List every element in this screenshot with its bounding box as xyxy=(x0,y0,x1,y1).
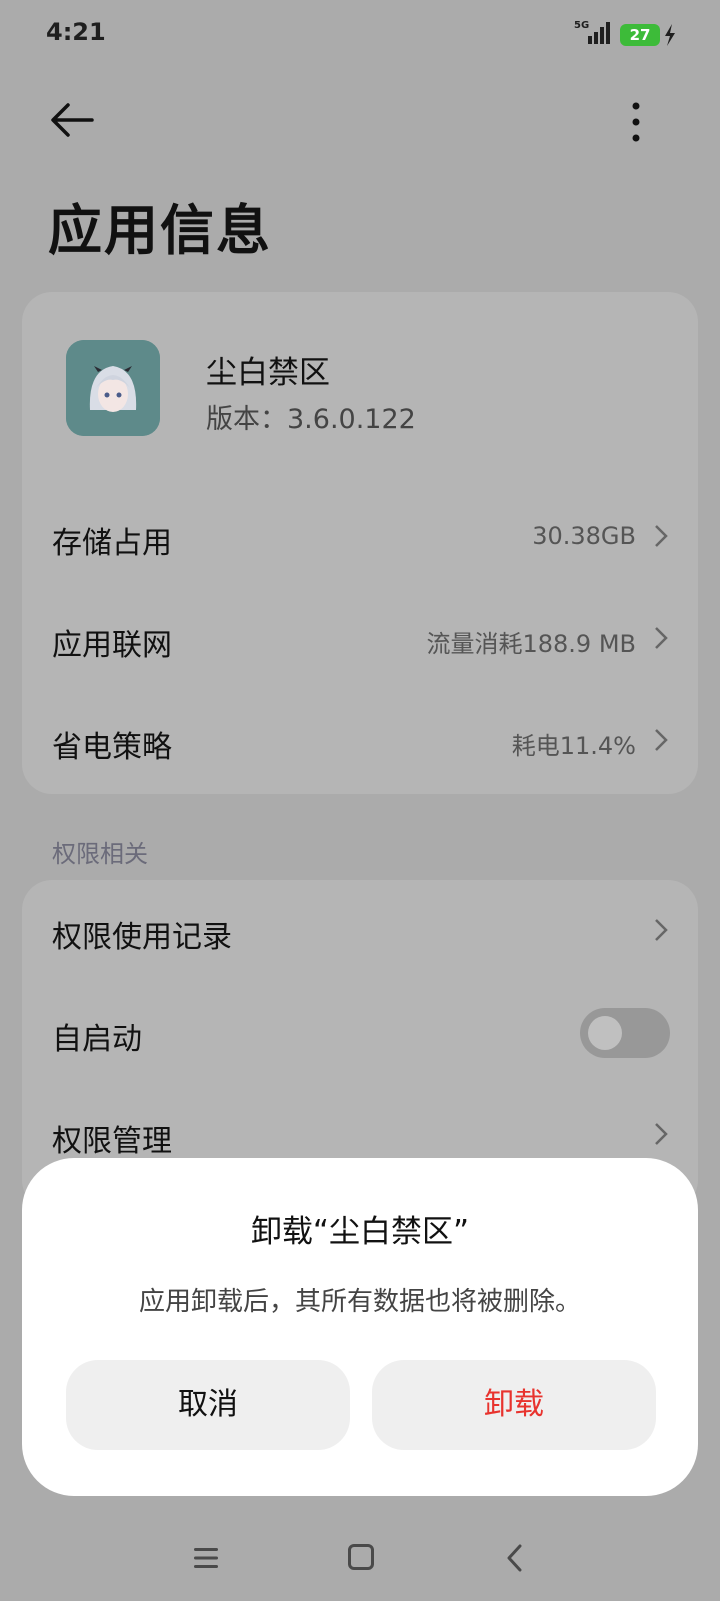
section-header-permissions: 权限相关 xyxy=(52,840,148,868)
chevron-right-icon xyxy=(655,919,668,941)
app-version: 版本：3.6.0.122 xyxy=(206,404,416,435)
charging-icon xyxy=(665,24,675,46)
chevron-right-icon xyxy=(655,627,668,649)
more-options-icon[interactable] xyxy=(630,100,642,144)
cancel-button[interactable]: 取消 xyxy=(66,1360,350,1450)
chevron-right-icon xyxy=(655,525,668,547)
app-icon xyxy=(66,340,160,436)
row-value-storage: 30.38GB xyxy=(532,522,636,550)
chevron-right-icon xyxy=(655,1123,668,1145)
row-value-battery: 耗电11.4% xyxy=(511,732,636,760)
nav-back-icon[interactable] xyxy=(506,1544,522,1572)
row-label-network: 应用联网 xyxy=(52,628,172,663)
uninstall-button[interactable]: 卸载 xyxy=(372,1360,656,1450)
page-title: 应用信息 xyxy=(48,199,272,262)
row-label-battery: 省电策略 xyxy=(52,730,172,765)
battery-icon: 27 xyxy=(620,24,660,46)
row-value-network: 流量消耗188.9 MB xyxy=(426,630,636,658)
dialog-message: 应用卸载后，其所有数据也将被删除。 xyxy=(138,1287,581,1317)
row-label-permission-manage: 权限管理 xyxy=(52,1124,172,1159)
app-name: 尘白禁区 xyxy=(206,355,330,391)
status-time: 4:21 xyxy=(46,18,106,46)
row-label-storage: 存储占用 xyxy=(52,526,172,561)
signal-icon xyxy=(588,22,610,44)
row-label-permission-history: 权限使用记录 xyxy=(52,920,232,955)
home-icon[interactable] xyxy=(348,1544,374,1570)
network-type: 5G xyxy=(574,20,590,31)
back-arrow-icon[interactable] xyxy=(50,102,94,138)
toggle-knob xyxy=(588,1016,622,1050)
row-label-autostart: 自启动 xyxy=(52,1022,142,1057)
recents-menu-icon[interactable] xyxy=(192,1546,220,1570)
dialog-title: 卸载“尘白禁区” xyxy=(250,1214,470,1250)
chevron-right-icon xyxy=(655,729,668,751)
